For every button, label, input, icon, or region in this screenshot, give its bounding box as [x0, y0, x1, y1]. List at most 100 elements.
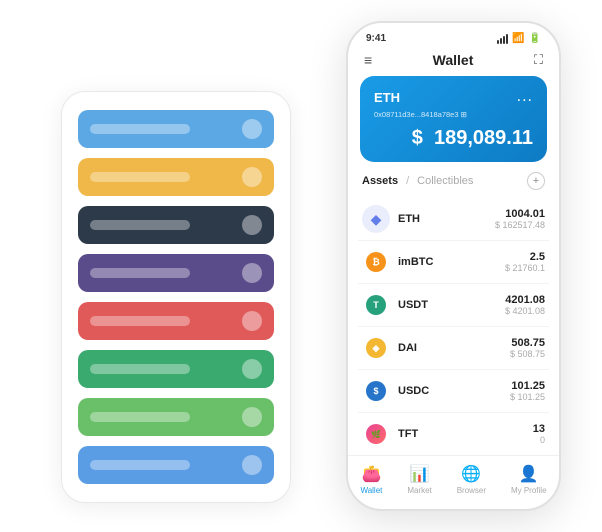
tab-collectibles[interactable]: Collectibles — [417, 175, 473, 187]
card-row-3 — [78, 206, 274, 244]
card-row-bar — [90, 364, 190, 374]
eth-address: 0x08711d3e...8418a78e3 ⊞ — [374, 110, 533, 119]
eth-balance: $ 189,089.11 — [374, 127, 533, 150]
card-row-2 — [78, 158, 274, 196]
nav-item-wallet[interactable]: 👛 Wallet — [360, 464, 382, 495]
status-bar: 9:41 📶 🔋 — [348, 23, 559, 48]
asset-name-usdc: USDC — [398, 385, 510, 397]
card-dot — [242, 407, 262, 427]
asset-item-usdt[interactable]: T USDT 4201.08 $ 4201.08 — [358, 284, 549, 327]
eth-card-label: ETH — [374, 90, 400, 105]
card-row-bar — [90, 316, 190, 326]
wifi-icon: 📶 — [512, 33, 524, 44]
card-row-4 — [78, 254, 274, 292]
asset-amounts-eth: 1004.01 $ 162517.48 — [495, 208, 545, 230]
eth-card-header: ETH ... — [374, 88, 533, 106]
asset-name-imbtc: imBTC — [398, 256, 505, 268]
asset-usd-usdt: $ 4201.08 — [505, 306, 545, 316]
card-row-bar — [90, 460, 190, 470]
card-row-7 — [78, 398, 274, 436]
asset-icon-usdc: $ — [362, 377, 390, 405]
asset-usd-usdc: $ 101.25 — [510, 392, 545, 402]
asset-amounts-tft: 13 0 — [533, 423, 545, 445]
asset-name-eth: ETH — [398, 213, 495, 225]
dai-circle-icon: ◈ — [366, 338, 386, 358]
menu-icon[interactable]: ≡ — [364, 52, 372, 68]
asset-usd-tft: 0 — [533, 435, 545, 445]
asset-item-dai[interactable]: ◈ DAI 508.75 $ 508.75 — [358, 327, 549, 370]
usdt-circle-icon: T — [366, 295, 386, 315]
asset-item-eth[interactable]: ◆ ETH 1004.01 $ 162517.48 — [358, 198, 549, 241]
expand-icon[interactable]: ⛶ — [534, 52, 543, 68]
card-stack — [61, 91, 291, 503]
browser-nav-icon: 🌐 — [461, 464, 481, 484]
assets-tabs: Assets / Collectibles — [362, 175, 473, 187]
card-row-6 — [78, 350, 274, 388]
card-dot — [242, 215, 262, 235]
asset-item-imbtc[interactable]: ₿ imBTC 2.5 $ 21760.1 — [358, 241, 549, 284]
card-row-5 — [78, 302, 274, 340]
signal-icon — [497, 34, 508, 44]
asset-amount-dai: 508.75 — [510, 337, 545, 349]
asset-amounts-usdc: 101.25 $ 101.25 — [510, 380, 545, 402]
phone-header: ≡ Wallet ⛶ — [348, 48, 559, 76]
card-dot — [242, 455, 262, 475]
nav-item-market[interactable]: 📊 Market — [407, 464, 431, 495]
asset-item-usdc[interactable]: $ USDC 101.25 $ 101.25 — [358, 370, 549, 413]
phone: 9:41 📶 🔋 ≡ Wallet ⛶ ETH ... 0x08711d3e..… — [346, 21, 561, 511]
card-row-1 — [78, 110, 274, 148]
asset-usd-dai: $ 508.75 — [510, 349, 545, 359]
asset-usd-eth: $ 162517.48 — [495, 220, 545, 230]
profile-nav-label: My Profile — [511, 486, 547, 495]
asset-amounts-imbtc: 2.5 $ 21760.1 — [505, 251, 545, 273]
wallet-nav-label: Wallet — [360, 486, 382, 495]
asset-amounts-dai: 508.75 $ 508.75 — [510, 337, 545, 359]
asset-name-usdt: USDT — [398, 299, 505, 311]
add-asset-button[interactable]: + — [527, 172, 545, 190]
card-dot — [242, 119, 262, 139]
asset-icon-imbtc: ₿ — [362, 248, 390, 276]
asset-usd-imbtc: $ 21760.1 — [505, 263, 545, 273]
asset-icon-tft: 🌿 — [362, 420, 390, 448]
wallet-nav-icon: 👛 — [361, 464, 381, 484]
usdc-circle-icon: $ — [366, 381, 386, 401]
asset-icon-dai: ◈ — [362, 334, 390, 362]
battery-icon: 🔋 — [529, 33, 541, 44]
eth-balance-amount: 189,089.11 — [434, 127, 533, 149]
card-row-bar — [90, 172, 190, 182]
profile-nav-icon: 👤 — [519, 464, 539, 484]
asset-icon-usdt: T — [362, 291, 390, 319]
asset-item-tft[interactable]: 🌿 TFT 13 0 — [358, 413, 549, 455]
tft-circle-icon: 🌿 — [366, 424, 386, 444]
browser-nav-label: Browser — [457, 486, 486, 495]
market-nav-icon: 📊 — [410, 464, 430, 484]
asset-list: ◆ ETH 1004.01 $ 162517.48 ₿ imBTC 2.5 $ … — [348, 198, 559, 455]
asset-icon-eth: ◆ — [362, 205, 390, 233]
eth-more-button[interactable]: ... — [517, 88, 533, 106]
page-title: Wallet — [433, 52, 474, 68]
card-dot — [242, 359, 262, 379]
asset-amounts-usdt: 4201.08 $ 4201.08 — [505, 294, 545, 316]
card-dot — [242, 263, 262, 283]
eth-balance-symbol: $ — [412, 127, 423, 149]
bottom-nav: 👛 Wallet 📊 Market 🌐 Browser 👤 My Profile — [348, 455, 559, 509]
nav-item-profile[interactable]: 👤 My Profile — [511, 464, 547, 495]
scene: 9:41 📶 🔋 ≡ Wallet ⛶ ETH ... 0x08711d3e..… — [11, 11, 591, 521]
eth-diamond-icon: ◆ — [371, 211, 382, 228]
card-dot — [242, 311, 262, 331]
status-time: 9:41 — [366, 33, 386, 44]
tab-divider: / — [406, 175, 409, 187]
assets-header: Assets / Collectibles + — [348, 172, 559, 198]
asset-amount-usdc: 101.25 — [510, 380, 545, 392]
card-row-bar — [90, 220, 190, 230]
asset-name-tft: TFT — [398, 428, 533, 440]
asset-name-dai: DAI — [398, 342, 510, 354]
card-row-bar — [90, 124, 190, 134]
card-row-8 — [78, 446, 274, 484]
imbtc-circle-icon: ₿ — [366, 252, 386, 272]
card-row-bar — [90, 412, 190, 422]
tab-assets[interactable]: Assets — [362, 175, 398, 187]
card-dot — [242, 167, 262, 187]
nav-item-browser[interactable]: 🌐 Browser — [457, 464, 486, 495]
card-row-bar — [90, 268, 190, 278]
